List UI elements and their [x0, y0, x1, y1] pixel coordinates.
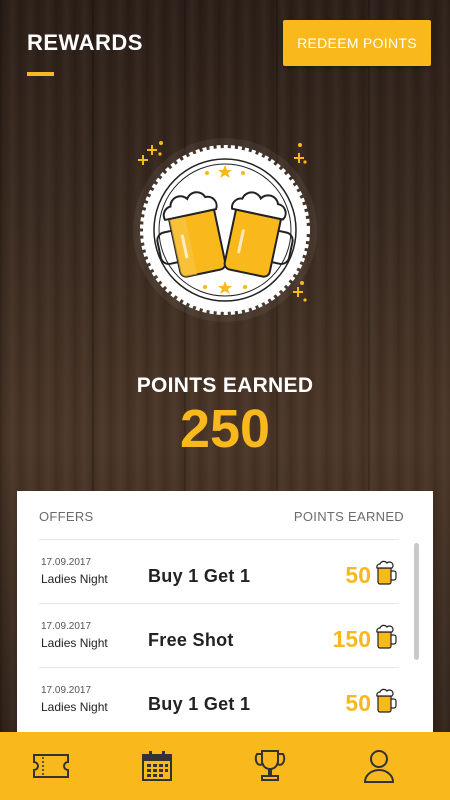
user-icon — [363, 750, 395, 783]
nav-tickets[interactable] — [29, 744, 73, 788]
bottom-nav — [0, 732, 450, 800]
offer-venue: Ladies Night — [41, 636, 108, 650]
redeem-points-button[interactable]: REDEEM POINTS — [283, 20, 431, 66]
offer-row[interactable]: 17.09.2017 Ladies Night Buy 1 Get 1 50 — [39, 667, 399, 732]
offer-points: 150 — [332, 626, 371, 652]
points-earned-value: 250 — [179, 399, 271, 459]
beer-mug-icon — [376, 560, 397, 585]
rewards-badge — [115, 135, 335, 325]
offer-points: 50 — [345, 562, 371, 588]
calendar-icon — [142, 751, 172, 781]
offer-title: Buy 1 Get 1 — [148, 566, 251, 586]
sparkle-icon — [138, 141, 163, 165]
sparkle-icon — [294, 143, 307, 164]
ticket-icon — [33, 754, 69, 778]
offer-date: 17.09.2017 — [41, 685, 92, 696]
offer-row[interactable]: 17.09.2017 Ladies Night Buy 1 Get 1 50 — [39, 539, 399, 604]
offers-scrollbar[interactable] — [414, 543, 419, 660]
column-header-points: POINTS EARNED — [293, 509, 404, 524]
offer-venue: Ladies Night — [41, 700, 108, 714]
offer-row[interactable]: 17.09.2017 Ladies Night Free Shot 150 — [39, 603, 399, 668]
beer-mug-icon — [376, 688, 397, 713]
offers-card: OFFERS POINTS EARNED 17.09.2017 Ladies N… — [17, 491, 433, 741]
points-earned-label: POINTS EARNED — [136, 374, 314, 397]
offer-date: 17.09.2017 — [41, 557, 92, 568]
nav-rewards[interactable] — [248, 744, 292, 788]
offer-title: Free Shot — [148, 630, 234, 650]
beer-mug-icon — [376, 624, 397, 649]
offer-points: 50 — [345, 690, 371, 716]
nav-profile[interactable] — [357, 744, 401, 788]
offer-venue: Ladies Night — [41, 572, 108, 586]
offers-table-header: OFFERS POINTS EARNED — [39, 509, 404, 524]
column-header-offers: OFFERS — [39, 509, 94, 524]
nav-calendar[interactable] — [135, 744, 179, 788]
trophy-icon — [254, 750, 286, 781]
title-underline — [27, 72, 54, 76]
offer-title: Buy 1 Get 1 — [148, 694, 251, 714]
offer-date: 17.09.2017 — [41, 621, 92, 632]
page-title: REWARDS — [27, 30, 143, 55]
